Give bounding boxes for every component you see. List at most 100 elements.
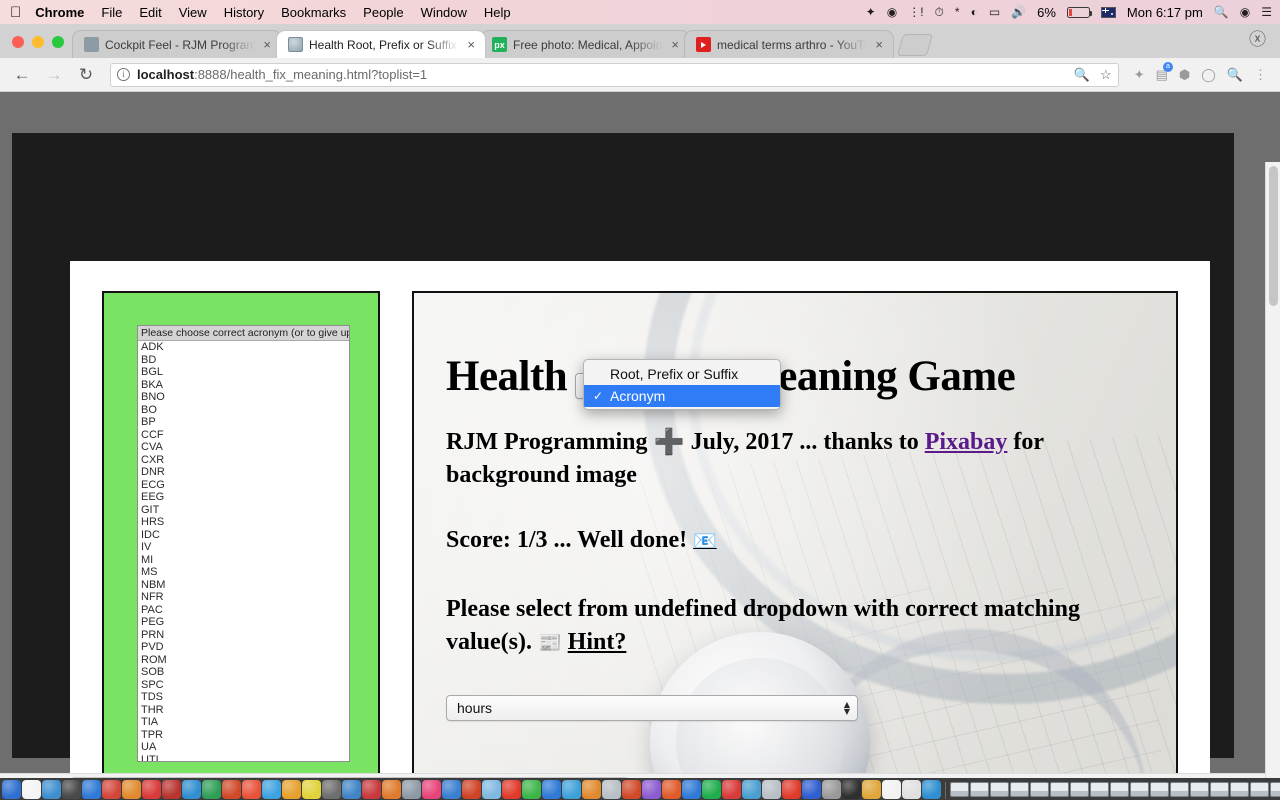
tab-close-icon[interactable]: ×	[669, 38, 681, 51]
dock-app-icon[interactable]	[882, 780, 901, 799]
acronym-list-item[interactable]: DNR	[138, 466, 349, 479]
acronym-list-item[interactable]: GIT	[138, 504, 349, 517]
dropdown-option-root-prefix-suffix[interactable]: Root, Prefix or Suffix	[584, 363, 780, 385]
dock-app-icon[interactable]	[682, 780, 701, 799]
acronym-list-item[interactable]: TPR	[138, 729, 349, 742]
dock-app-icon[interactable]	[382, 780, 401, 799]
dock-app-icon[interactable]	[702, 780, 721, 799]
dock-app-icon[interactable]	[82, 780, 101, 799]
volume-icon[interactable]: 🔊	[1011, 6, 1026, 18]
dock-app-icon[interactable]	[622, 780, 641, 799]
dock-app-icon[interactable]	[142, 780, 161, 799]
dock-app-icon[interactable]	[502, 780, 521, 799]
dock-app-icon[interactable]	[762, 780, 781, 799]
bookmark-star-icon[interactable]: ☆	[1100, 67, 1112, 83]
acronym-list-item[interactable]: BNO	[138, 391, 349, 404]
menu-item-edit[interactable]: Edit	[139, 5, 161, 20]
dock-app-icon[interactable]	[342, 780, 361, 799]
extension-adblock-icon[interactable]: ▤ a	[1156, 61, 1173, 83]
dock-app-icon[interactable]	[722, 780, 741, 799]
acronym-list-item[interactable]: MI	[138, 554, 349, 567]
pixabay-link[interactable]: Pixabay	[925, 429, 1008, 455]
minimize-window-button[interactable]	[32, 36, 44, 48]
acronym-list-item[interactable]: EEG	[138, 491, 349, 504]
dock-app-icon[interactable]	[922, 780, 941, 799]
new-tab-button[interactable]	[896, 34, 934, 56]
answer-select[interactable]: hours	[446, 695, 858, 722]
acronym-list-item[interactable]: CCF	[138, 429, 349, 442]
menu-item-chrome[interactable]: Chrome	[35, 5, 84, 20]
dock-app-icon[interactable]	[782, 780, 801, 799]
toolbar-search-icon[interactable]: 🔍	[1227, 67, 1243, 83]
acronym-list-item[interactable]: CXR	[138, 454, 349, 467]
tab-close-icon[interactable]: ×	[873, 38, 885, 51]
menu-item-people[interactable]: People	[363, 5, 403, 20]
dock-app-icon[interactable]	[542, 780, 561, 799]
menu-item-window[interactable]: Window	[421, 5, 467, 20]
spotlight-search-icon[interactable]: 🔍	[1214, 6, 1229, 18]
acronym-list-item[interactable]: SOB	[138, 666, 349, 679]
acronym-list-item[interactable]: TIA	[138, 716, 349, 729]
acronym-list-item[interactable]: IDC	[138, 529, 349, 542]
dock-minimized-window[interactable]	[1270, 782, 1280, 797]
zoom-icon[interactable]: 🔍	[1074, 67, 1090, 83]
time-machine-icon[interactable]: ⏱	[935, 6, 944, 18]
browser-tab-1[interactable]: Cockpit Feel - RJM Programmi ×	[72, 30, 282, 58]
acronym-list-item[interactable]: PEG	[138, 616, 349, 629]
vertical-scrollbar[interactable]	[1265, 162, 1280, 800]
acronym-list-item[interactable]: THR	[138, 704, 349, 717]
dock-minimized-window[interactable]	[1190, 782, 1209, 797]
dock-minimized-window[interactable]	[970, 782, 989, 797]
acronym-list-item[interactable]: UA	[138, 741, 349, 754]
dock-app-icon[interactable]	[462, 780, 481, 799]
dock-minimized-window[interactable]	[1050, 782, 1069, 797]
dock-minimized-window[interactable]	[950, 782, 969, 797]
sound-meter-icon[interactable]: ⋮!	[908, 6, 923, 18]
dock-app-icon[interactable]	[162, 780, 181, 799]
dock-app-icon[interactable]	[402, 780, 421, 799]
dock-app-icon[interactable]	[822, 780, 841, 799]
dock-app-icon[interactable]	[802, 780, 821, 799]
siri-icon[interactable]: ◉	[1240, 6, 1250, 18]
dock-minimized-window[interactable]	[1170, 782, 1189, 797]
dock-app-icon[interactable]	[62, 780, 81, 799]
dock-app-icon[interactable]	[222, 780, 241, 799]
apple-menu-icon[interactable]: 	[10, 5, 21, 20]
answer-select-wrapper[interactable]: hours ▲ ▼	[446, 695, 858, 722]
acronym-list-item[interactable]: BGL	[138, 366, 349, 379]
email-icon[interactable]: 📧	[693, 530, 717, 552]
dock-app-icon[interactable]	[862, 780, 881, 799]
acronym-list-item[interactable]: ECG	[138, 479, 349, 492]
hint-link[interactable]: Hint?	[568, 629, 627, 655]
dock-app-icon[interactable]	[202, 780, 221, 799]
acronym-list-item[interactable]: CVA	[138, 441, 349, 454]
dock-minimized-window[interactable]	[1090, 782, 1109, 797]
dock-app-icon[interactable]	[562, 780, 581, 799]
dock-app-icon[interactable]	[42, 780, 61, 799]
menu-item-history[interactable]: History	[224, 5, 264, 20]
notification-center-icon[interactable]: ☰	[1261, 6, 1272, 18]
dock-minimized-window[interactable]	[1250, 782, 1269, 797]
dock-minimized-window[interactable]	[1070, 782, 1089, 797]
dock-app-icon[interactable]	[442, 780, 461, 799]
acronym-list-item[interactable]: IV	[138, 541, 349, 554]
acronym-list-item[interactable]: PAC	[138, 604, 349, 617]
acronym-list-item[interactable]: BD	[138, 354, 349, 367]
acronym-list-item[interactable]: BO	[138, 404, 349, 417]
airplay-audio-icon[interactable]: ◉	[887, 6, 897, 18]
dock-app-icon[interactable]	[362, 780, 381, 799]
dock-app-icon[interactable]	[842, 780, 861, 799]
dock-minimized-window[interactable]	[1210, 782, 1229, 797]
dock-app-icon[interactable]	[322, 780, 341, 799]
dock-app-icon[interactable]	[2, 780, 21, 799]
back-button[interactable]: ←	[8, 62, 36, 88]
dock-app-icon[interactable]	[742, 780, 761, 799]
tab-close-icon[interactable]: ×	[261, 38, 273, 51]
acronym-list-item[interactable]: TDS	[138, 691, 349, 704]
address-bar[interactable]: i localhost:8888/health_fix_meaning.html…	[110, 62, 1119, 87]
dock-minimized-window[interactable]	[1150, 782, 1169, 797]
acronym-list-item[interactable]: BKA	[138, 379, 349, 392]
dock-app-icon[interactable]	[422, 780, 441, 799]
dock-app-icon[interactable]	[522, 780, 541, 799]
extension-ghostery-icon[interactable]: ✦	[1134, 67, 1145, 83]
